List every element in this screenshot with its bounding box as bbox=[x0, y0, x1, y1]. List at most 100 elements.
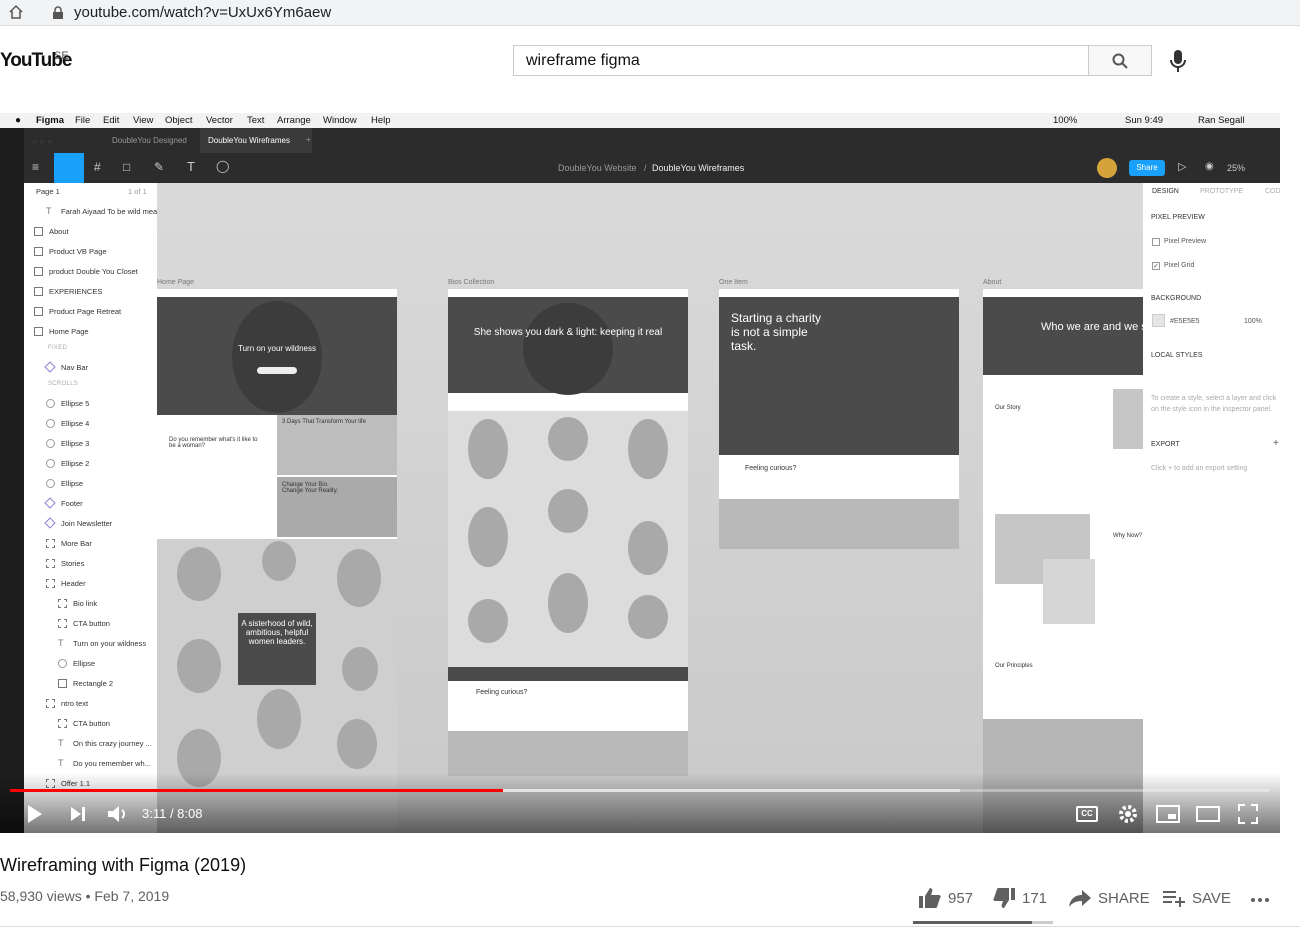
volume-icon[interactable] bbox=[106, 803, 130, 825]
tab-designed[interactable]: DoubleYou Designed bbox=[112, 136, 187, 145]
background-swatch[interactable] bbox=[1152, 314, 1165, 327]
layer-item[interactable]: Header bbox=[24, 573, 157, 593]
more-icon[interactable] bbox=[1250, 897, 1270, 903]
frame-tool-icon[interactable]: # bbox=[94, 160, 101, 174]
dislike-button[interactable]: 171 bbox=[992, 887, 1047, 909]
tab-prototype[interactable]: PROTOTYPE bbox=[1200, 188, 1243, 195]
pen-tool-icon[interactable]: ✎ bbox=[154, 160, 164, 174]
frame-home[interactable]: Turn on your wildness Do you remember wh… bbox=[157, 289, 397, 833]
tab-wireframes[interactable]: DoubleYou Wireframes bbox=[208, 136, 290, 145]
save-button[interactable]: SAVE bbox=[1162, 887, 1231, 909]
hamburger-icon[interactable]: ≡ bbox=[32, 160, 39, 174]
menu-item[interactable]: Object bbox=[165, 115, 192, 126]
layer-item[interactable]: Product Page Retreat bbox=[24, 301, 157, 321]
video-player[interactable]: ● Figma File Edit View Object Vector Tex… bbox=[0, 113, 1280, 833]
add-tab-icon[interactable]: + bbox=[306, 135, 311, 144]
share-button[interactable]: Share bbox=[1129, 160, 1165, 176]
layer-item[interactable]: T Do you remember wh... bbox=[24, 753, 157, 773]
layer-label: product Double You Closet bbox=[49, 266, 138, 276]
mac-menubar: ● Figma File Edit View Object Vector Tex… bbox=[0, 113, 1280, 128]
layer-item[interactable]: EXPERIENCES bbox=[24, 281, 157, 301]
background-opacity[interactable]: 100% bbox=[1244, 318, 1262, 325]
layer-label: Header bbox=[61, 578, 86, 588]
page-name[interactable]: Page 1 bbox=[36, 187, 60, 196]
layer-item[interactable]: Ellipse bbox=[24, 653, 157, 673]
search-button[interactable] bbox=[1088, 45, 1152, 76]
layer-item[interactable]: Product VB Page bbox=[24, 241, 157, 261]
like-count: 957 bbox=[948, 889, 974, 907]
frame-bios[interactable]: She shows you dark & light: keeping it r… bbox=[448, 289, 688, 776]
fullscreen-icon[interactable] bbox=[1238, 804, 1258, 824]
menu-item[interactable]: View bbox=[133, 115, 153, 126]
layer-item[interactable]: Join Newsletter bbox=[24, 513, 157, 533]
menu-item[interactable]: Text bbox=[247, 115, 264, 126]
layer-item[interactable]: More Bar bbox=[24, 533, 157, 553]
microphone-icon[interactable] bbox=[1166, 48, 1190, 74]
move-tool[interactable] bbox=[54, 153, 84, 183]
url-text[interactable]: youtube.com/watch?v=UxUx6Ym6aew bbox=[74, 4, 331, 21]
play-icon[interactable] bbox=[25, 803, 45, 825]
present-icon[interactable]: ▷ bbox=[1178, 160, 1186, 173]
shape-tool-icon[interactable]: □ bbox=[123, 160, 130, 174]
layer-item[interactable]: ntro text bbox=[24, 693, 157, 713]
menu-item[interactable]: Window bbox=[323, 115, 357, 126]
page-count: 1 of 1 bbox=[128, 187, 147, 196]
menu-item[interactable]: Vector bbox=[206, 115, 233, 126]
layer-item[interactable]: Bio link bbox=[24, 593, 157, 613]
pixel-preview-checkbox[interactable] bbox=[1152, 238, 1160, 246]
layer-item[interactable]: T On this crazy journey ... bbox=[24, 733, 157, 753]
frame-item[interactable]: Starting a charity is not a simple task.… bbox=[719, 289, 959, 549]
frame-about[interactable]: Who we are and we stand for Our Story Wh… bbox=[983, 289, 1143, 833]
layer-item[interactable]: Ellipse 2 bbox=[24, 453, 157, 473]
layer-item[interactable]: Home Page bbox=[24, 321, 157, 341]
search-input[interactable]: wireframe figma bbox=[513, 45, 1089, 76]
miniplayer-icon[interactable] bbox=[1156, 805, 1180, 823]
breadcrumb-project[interactable]: DoubleYou Website bbox=[558, 163, 637, 173]
zoom-level[interactable]: 25% bbox=[1227, 163, 1245, 173]
layer-item[interactable]: Stories bbox=[24, 553, 157, 573]
menu-item[interactable]: File bbox=[75, 115, 90, 126]
like-button[interactable]: 957 bbox=[918, 887, 973, 909]
layer-item[interactable]: About bbox=[24, 221, 157, 241]
captions-icon[interactable]: CC bbox=[1076, 806, 1098, 822]
share-button[interactable]: SHARE bbox=[1068, 887, 1150, 909]
background-hex[interactable]: #E5E5E5 bbox=[1170, 318, 1200, 325]
layer-item[interactable]: Nav Bar bbox=[24, 357, 157, 377]
layer-label: Turn on your wildness bbox=[73, 638, 147, 648]
frame-label-home: Home Page bbox=[157, 279, 194, 286]
tab-design[interactable]: DESIGN bbox=[1152, 188, 1179, 195]
home-icon[interactable] bbox=[8, 4, 24, 20]
theater-icon[interactable] bbox=[1196, 806, 1220, 822]
pixel-grid-checkbox[interactable]: ✓ bbox=[1152, 262, 1160, 270]
layer-item[interactable]: Rectangle 2 bbox=[24, 673, 157, 693]
figma-canvas[interactable]: Home Page Turn on your wildness Do you r… bbox=[157, 183, 1143, 833]
progress-bar[interactable] bbox=[10, 789, 1270, 792]
tab-code[interactable]: CODE bbox=[1265, 188, 1280, 195]
avatar[interactable] bbox=[1097, 158, 1117, 178]
menu-item[interactable]: Arrange bbox=[277, 115, 311, 126]
layer-item[interactable]: Ellipse 3 bbox=[24, 433, 157, 453]
menu-item[interactable]: Figma bbox=[36, 115, 64, 126]
layer-item[interactable]: CTA button bbox=[24, 613, 157, 633]
menu-item[interactable]: Help bbox=[371, 115, 391, 126]
comment-tool-icon[interactable]: ◯ bbox=[216, 159, 229, 173]
add-export-icon[interactable]: + bbox=[1273, 438, 1279, 449]
layer-item[interactable]: Footer bbox=[24, 493, 157, 513]
layer-text-icon: T bbox=[58, 738, 64, 748]
layer-item[interactable]: T Turn on your wildness bbox=[24, 633, 157, 653]
window-controls: ○○○ bbox=[32, 137, 56, 146]
layer-item[interactable]: Ellipse 5 bbox=[24, 393, 157, 413]
layer-item[interactable]: T Farah Aiyaad To be wild mean... bbox=[24, 201, 157, 221]
layer-item[interactable]: Ellipse bbox=[24, 473, 157, 493]
settings-icon[interactable] bbox=[1117, 803, 1139, 825]
layer-item[interactable]: Ellipse 4 bbox=[24, 413, 157, 433]
view-icon[interactable]: ◉ bbox=[1205, 161, 1214, 172]
layer-text-icon: T bbox=[46, 206, 52, 216]
layer-item[interactable]: CTA button bbox=[24, 713, 157, 733]
breadcrumb-file[interactable]: DoubleYou Wireframes bbox=[652, 163, 744, 173]
next-icon[interactable] bbox=[68, 804, 88, 824]
like-ratio-bar bbox=[913, 921, 1053, 924]
menu-item[interactable]: Edit bbox=[103, 115, 119, 126]
text-tool-icon[interactable]: T bbox=[187, 159, 195, 174]
layer-item[interactable]: product Double You Closet bbox=[24, 261, 157, 281]
